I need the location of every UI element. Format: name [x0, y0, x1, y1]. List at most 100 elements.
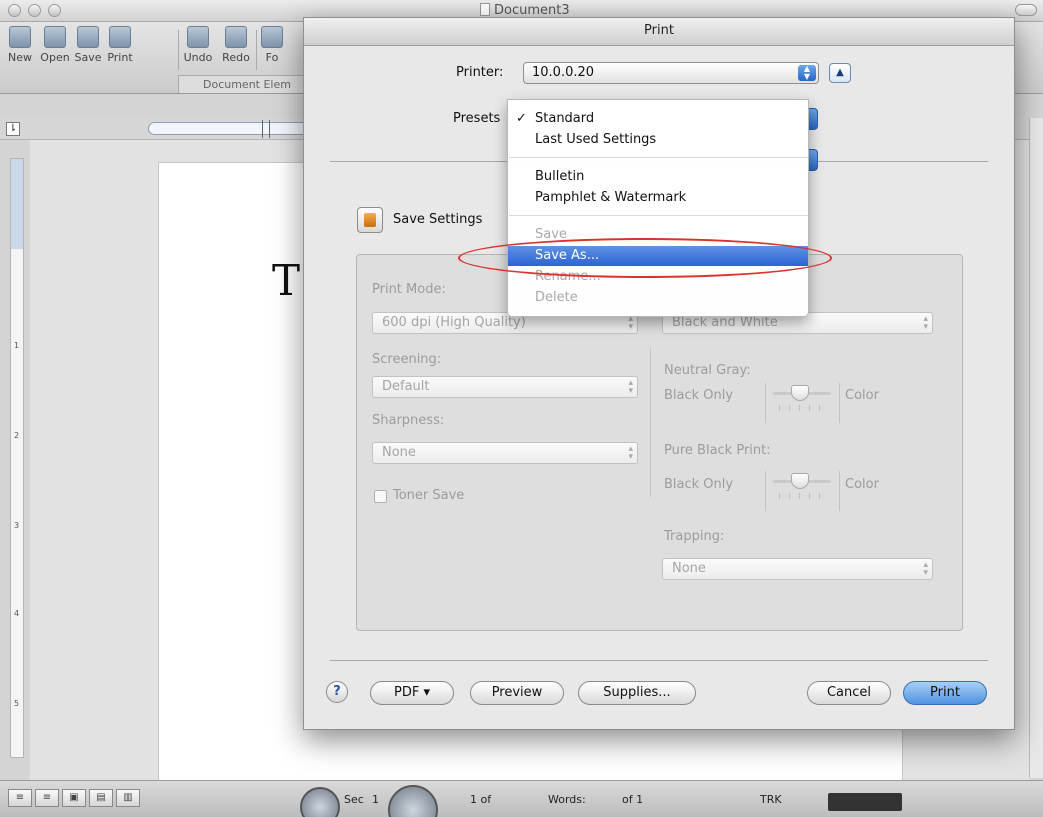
minimize-window-button[interactable]: [28, 4, 41, 17]
trapping-select[interactable]: None ▴ ▾: [662, 558, 933, 580]
preview-button[interactable]: Preview: [470, 681, 564, 705]
zoom-window-button[interactable]: [48, 4, 61, 17]
updown-arrows-icon: ▴ ▾: [628, 314, 633, 332]
document-text[interactable]: T: [272, 256, 300, 305]
updown-arrows-icon: ▴ ▾: [923, 314, 928, 332]
toolbar-undo-label: Undo: [183, 51, 213, 64]
help-button[interactable]: ?: [326, 681, 348, 703]
menu-item-last-used-settings[interactable]: Last Used Settings: [508, 130, 808, 150]
screening-label: Screening:: [372, 352, 442, 367]
toolbar-new-button[interactable]: New: [4, 24, 36, 64]
print-dialog-title: Print: [304, 18, 1014, 46]
toolbar-save-label: Save: [74, 51, 102, 64]
sharpness-label: Sharpness:: [372, 413, 445, 428]
ruler-margin-area: [11, 159, 23, 249]
printer-value: 10.0.0.20: [532, 65, 595, 80]
toolbar-open-button[interactable]: Open: [38, 24, 72, 64]
status-pages: 1 of: [470, 793, 492, 806]
open-icon: [44, 26, 66, 48]
sharpness-select[interactable]: None ▴ ▾: [372, 442, 638, 464]
dock-thumbnail: [828, 793, 902, 811]
word-title-text: Document3: [494, 3, 570, 18]
vertical-scrollbar[interactable]: [1029, 118, 1043, 778]
toner-save-checkbox[interactable]: [374, 490, 387, 503]
vertical-ruler: 1 2 3 4 5: [10, 158, 24, 758]
dock-clock-icon: [388, 785, 438, 817]
slider-knob[interactable]: [791, 473, 809, 489]
menu-item-label: Standard: [535, 111, 595, 126]
toolbar-format-label: Fo: [265, 51, 279, 64]
word-window-title: Document3: [480, 3, 570, 18]
presets-select-arrow[interactable]: [808, 108, 818, 130]
toolbar-save-button[interactable]: Save: [73, 24, 103, 64]
menu-item-label: Pamphlet & Watermark: [535, 190, 687, 205]
dock-gauge-icon: [300, 787, 340, 817]
menu-item-label: Bulletin: [535, 169, 585, 184]
toolbar-redo-button[interactable]: Redo: [218, 24, 254, 64]
status-section-value: 1: [372, 793, 379, 806]
cancel-button[interactable]: Cancel: [807, 681, 891, 705]
status-trk[interactable]: TRK: [760, 793, 782, 806]
tab-selector-button[interactable]: ⇂: [6, 122, 20, 136]
printer-select[interactable]: 10.0.0.20 ▲ ▼: [523, 62, 819, 84]
outline-view-button[interactable]: ≡: [35, 789, 59, 807]
updown-arrows-icon: ▲ ▼: [798, 65, 816, 81]
indent-marker[interactable]: [262, 120, 270, 138]
menu-item-bulletin[interactable]: Bulletin: [508, 167, 808, 187]
publishing-view-button[interactable]: ▣: [62, 789, 86, 807]
toolbar-separator: [178, 30, 179, 70]
lock-icon[interactable]: [357, 207, 383, 233]
dialog-bottom-divider: [330, 660, 988, 661]
neutral-gray-slider[interactable]: [769, 383, 835, 419]
close-window-button[interactable]: [8, 4, 21, 17]
save-settings-label: Save Settings: [393, 212, 483, 227]
pdf-button[interactable]: PDF ▾: [370, 681, 454, 705]
save-icon: [77, 26, 99, 48]
notebook-view-button[interactable]: ▥: [116, 789, 140, 807]
slider-bracket: [765, 383, 766, 423]
menu-item-delete: Delete: [508, 288, 808, 308]
toolbar-toggle-button[interactable]: [1015, 4, 1037, 16]
toolbar-format-button[interactable]: Fo: [257, 24, 287, 64]
panel-select-arrow[interactable]: [808, 149, 818, 171]
slider-knob[interactable]: [791, 385, 809, 401]
toolbar-print-button[interactable]: Print: [104, 24, 136, 64]
presets-menu: ✓ Standard Last Used Settings Bulletin Pa…: [507, 99, 809, 317]
annotation-ellipse: [458, 238, 832, 278]
document-icon: [480, 3, 490, 16]
menu-item-pamphlet-watermark[interactable]: Pamphlet & Watermark: [508, 188, 808, 208]
print-layout-view-button[interactable]: ▤: [89, 789, 113, 807]
presets-label: Presets: [453, 111, 501, 126]
status-section-label: Sec: [344, 793, 364, 806]
updown-arrows-icon: ▴ ▾: [628, 444, 633, 462]
menu-item-standard[interactable]: ✓ Standard: [508, 109, 808, 129]
menu-item-label: Delete: [535, 290, 578, 305]
print-mode-label: Print Mode:: [372, 282, 446, 297]
draft-view-button[interactable]: ≡: [8, 789, 32, 807]
ruler-tick: 2: [14, 431, 20, 440]
toolbar-undo-button[interactable]: Undo: [180, 24, 216, 64]
menu-separator: [509, 215, 808, 216]
toolbar-open-label: Open: [40, 51, 70, 64]
screening-select[interactable]: Default ▴ ▾: [372, 376, 638, 398]
redo-icon: [225, 26, 247, 48]
neutral-gray-left-label: Black Only: [664, 388, 734, 403]
undo-icon: [187, 26, 209, 48]
ruler-tick: 4: [14, 609, 20, 618]
menu-item-label: Last Used Settings: [535, 132, 657, 147]
pure-black-label: Pure Black Print:: [664, 443, 771, 458]
pure-black-slider[interactable]: [769, 471, 835, 507]
toolbar-new-label: New: [8, 51, 32, 64]
updown-arrows-icon: ▴ ▾: [628, 378, 633, 396]
status-words-label: Words:: [548, 793, 586, 806]
supplies-button[interactable]: Supplies...: [578, 681, 696, 705]
slider-bracket: [765, 471, 766, 511]
checkmark-icon: ✓: [516, 111, 527, 126]
expand-collapse-button[interactable]: ▲: [829, 63, 851, 83]
menu-separator: [509, 157, 808, 158]
screening-value: Default: [382, 379, 430, 394]
document-elements-tab[interactable]: Document Elem: [178, 75, 318, 93]
print-icon: [109, 26, 131, 48]
new-icon: [9, 26, 31, 48]
print-button[interactable]: Print: [903, 681, 987, 705]
